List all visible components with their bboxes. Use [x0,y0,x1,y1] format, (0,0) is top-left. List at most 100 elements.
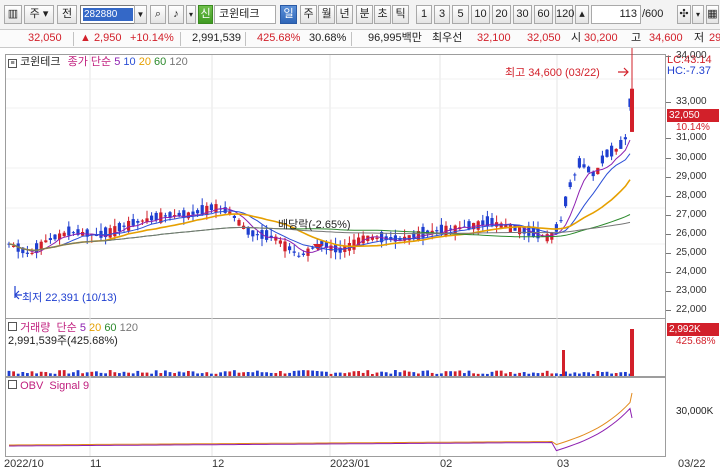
volume-bar [476,373,480,376]
volume-bar [591,373,595,376]
volume-bar [292,370,296,376]
new-listing-badge: 신 [198,5,213,24]
candle-body [600,155,604,164]
volume-bar [325,371,328,376]
high-label: 고 [631,32,642,44]
high-price: 34,600 [649,32,683,44]
volume-bar [228,371,232,376]
period-select[interactable]: 주 ▾ [24,5,54,24]
chart-type-icon[interactable]: ▥ [4,5,22,24]
volume-bar [67,373,71,376]
price-tick-label: 31,000 [676,132,707,143]
volume-bar [366,370,370,376]
minute-step-button[interactable]: 20 [492,5,511,24]
code-dropdown-icon[interactable]: ▼ [134,5,147,24]
period-tab[interactable]: 초 [374,5,391,24]
price-tick-label: 33,000 [676,96,707,107]
stock-chart[interactable]: ≡ 코윈테크 종가 단순 5 10 20 60 120 최고 34,600 (0… [0,48,720,473]
volume-bar [371,373,374,376]
current-pct-tag: 10.14% [676,122,710,133]
search-icon[interactable]: ⌕ [150,5,166,24]
volume-bar [320,371,324,376]
stock-code-input[interactable]: 282880 [80,5,136,24]
period-tab[interactable]: 일 [280,5,297,24]
minute-step-button[interactable]: 1 [416,5,432,24]
crosshair-icon[interactable]: ✣ [677,5,691,24]
volume-bar [39,371,43,376]
page-count-input[interactable]: 113 [591,5,641,24]
speaker-dropdown-icon[interactable]: ▾ [186,5,196,24]
volume-bar [279,371,282,376]
candle-body [587,166,591,173]
volume-bar [522,372,526,376]
volume-bar [504,373,508,376]
period-tab[interactable]: 틱 [392,5,409,24]
price-tick-label: 24,000 [676,266,707,277]
prev-button[interactable]: 전 [57,5,77,24]
price-tick-mark [666,56,671,57]
volume-bar [168,372,172,376]
minute-step-button[interactable]: 5 [452,5,469,24]
current-price-tag: 32,050 [667,109,719,122]
period-tab[interactable]: 분 [356,5,373,24]
obv-menu-icon[interactable] [8,380,17,389]
period-tab[interactable]: 년 [336,5,353,24]
minute-step-button[interactable]: 3 [434,5,450,24]
candle-body [278,240,282,244]
volume-bar [394,370,397,376]
volume-value: 2,991,539주(425.68%) [8,335,118,347]
candle-body [518,227,522,235]
volume-bar [481,373,485,376]
candle-body [619,139,623,149]
volume-bar [518,372,521,376]
candle-body [297,255,301,257]
volume-bar [619,372,623,376]
candle-body [614,148,618,152]
candle-body [623,137,627,140]
candle-body [196,210,200,214]
volume-bar [624,371,627,376]
volume-bar [490,371,494,376]
candle-body [48,238,52,241]
volume-bar [246,372,250,376]
speaker-icon[interactable]: ♪ [168,5,184,24]
volume-bar [329,373,333,376]
counter-up-icon[interactable]: ▴ [575,5,589,24]
main-legend: ≡ 코윈테크 종가 단순 5 10 20 60 120 [8,53,188,69]
layout-icon[interactable]: ▦ [706,5,719,24]
volume-menu-icon[interactable] [8,322,17,331]
candle-body [582,164,586,168]
volume-bar [269,372,273,376]
minute-step-button[interactable]: 30 [513,5,532,24]
price-tick-label: 22,000 [676,304,707,315]
panel-menu-icon[interactable]: ≡ [8,59,17,68]
volume-bar [95,371,98,376]
volume-bar [44,372,48,376]
volume-bar [145,372,149,376]
volume-bar [444,371,448,376]
low-label: 저 [694,32,705,44]
date-tick-label: 2022/10 [4,458,44,470]
volume-bar [85,372,89,376]
minute-step-button[interactable]: 60 [534,5,553,24]
obv-line [9,392,633,446]
tool-dropdown-icon[interactable]: ▾ [692,5,704,24]
volume-bar [35,373,38,376]
candle-body [251,230,255,237]
volume-bar [233,370,236,376]
period-tab[interactable]: 주 [300,5,317,24]
candle-body [71,232,75,234]
period-tab[interactable]: 월 [318,5,335,24]
volume-bar [417,373,420,376]
candle-body [435,230,439,232]
volume-bar [81,373,84,376]
volume-bar [136,370,140,376]
candle-body [301,253,305,255]
volume-bar [288,372,291,376]
minute-step-button[interactable]: 10 [471,5,490,24]
volume-bar [578,373,581,376]
volume-bar [311,370,314,376]
volume-bar [219,372,222,376]
volume-bar [72,372,75,376]
minute-step-button[interactable]: 120 [555,5,574,24]
